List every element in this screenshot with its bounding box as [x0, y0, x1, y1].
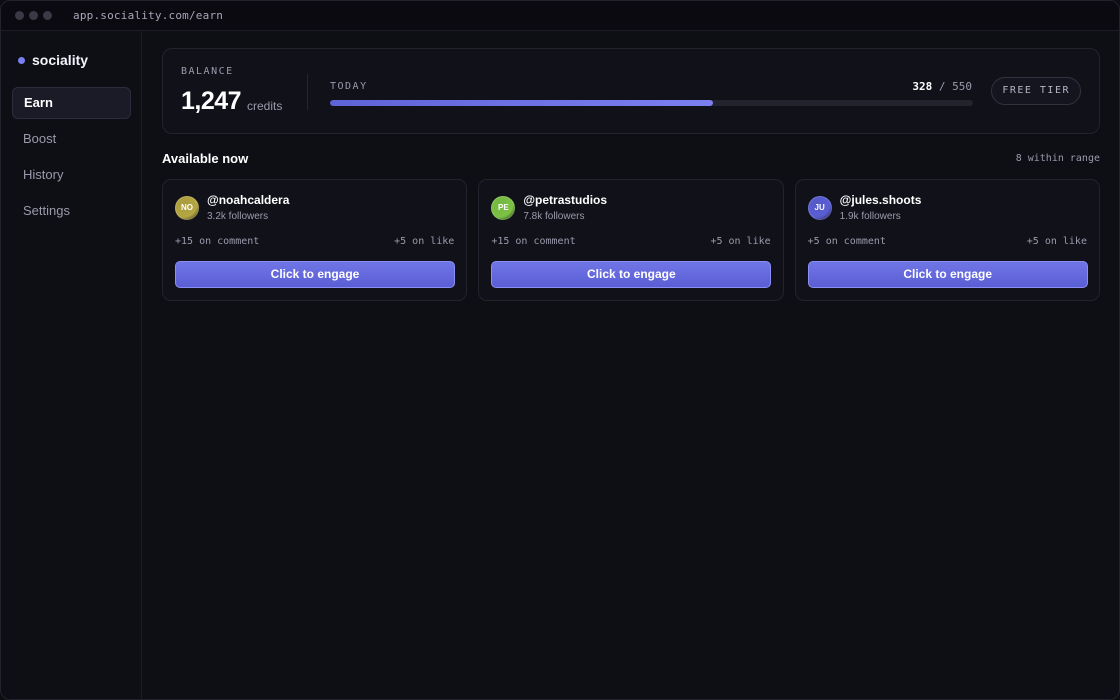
- engagement-card: PE @petrastudios 7.8k followers +15 on c…: [478, 179, 784, 301]
- engage-button[interactable]: Click to engage: [807, 261, 1088, 288]
- user-handle[interactable]: @jules.shoots: [840, 193, 922, 207]
- follower-count: 1.9k followers: [839, 211, 901, 222]
- sidebar-item-earn[interactable]: Earn: [12, 87, 131, 119]
- today-limit: 550: [952, 80, 972, 93]
- section-title: Available now: [162, 151, 249, 166]
- engagement-card: JU @jules.shoots 1.9k followers +5 on co…: [794, 179, 1100, 301]
- engage-button[interactable]: Click to engage: [491, 261, 772, 288]
- like-reward: +5 on like: [394, 236, 455, 247]
- address-bar[interactable]: app.sociality.com/earn: [73, 9, 223, 22]
- sidebar-nav: Earn Boost History Settings: [12, 87, 131, 231]
- sidebar-item-boost[interactable]: Boost: [12, 123, 131, 155]
- sidebar-item-history[interactable]: History: [12, 159, 131, 191]
- follower-count: 3.2k followers: [207, 211, 269, 222]
- window-control-dot[interactable]: [43, 11, 52, 20]
- avatar[interactable]: JU: [807, 196, 832, 220]
- today-progress-fill: [330, 100, 714, 106]
- balance-label: BALANCE: [181, 66, 234, 77]
- brand-name: sociality: [32, 52, 89, 68]
- today-count: 328 / 550: [912, 80, 972, 93]
- balance-value: 1,247: [181, 87, 242, 115]
- user-handle[interactable]: @noahcaldera: [207, 193, 289, 207]
- follower-count: 7.8k followers: [523, 211, 585, 222]
- comment-reward: +15 on comment: [491, 236, 576, 247]
- today-separator: /: [938, 80, 946, 93]
- like-reward: +5 on like: [1026, 236, 1087, 247]
- avatar[interactable]: NO: [175, 196, 199, 220]
- section-meta: 8 within range: [1015, 153, 1100, 164]
- today-current: 328: [912, 80, 933, 93]
- today-progress-bar: [330, 100, 973, 106]
- brand[interactable]: sociality: [18, 52, 88, 68]
- avatar[interactable]: PE: [491, 196, 516, 220]
- brand-dot-icon: [18, 56, 25, 64]
- window-control-dot[interactable]: [29, 11, 38, 20]
- comment-reward: +15 on comment: [175, 236, 260, 247]
- like-reward: +5 on like: [710, 236, 771, 247]
- divider: [307, 74, 308, 110]
- engage-button[interactable]: Click to engage: [175, 261, 455, 288]
- engagement-cards: NO @noahcaldera 3.2k followers +15 on co…: [162, 179, 1100, 301]
- balance-unit: credits: [247, 99, 283, 113]
- user-handle[interactable]: @petrastudios: [523, 193, 607, 207]
- sidebar-item-settings[interactable]: Settings: [12, 195, 131, 227]
- tier-badge[interactable]: FREE TIER: [991, 77, 1081, 105]
- comment-reward: +5 on comment: [807, 236, 886, 247]
- title-bar: app.sociality.com/earn: [1, 1, 1119, 31]
- browser-window: app.sociality.com/earn sociality Earn Bo…: [0, 0, 1120, 700]
- balance-card: BALANCE 1,247 credits TODAY 328 / 550 FR…: [162, 48, 1100, 134]
- window-control-dot[interactable]: [15, 11, 24, 20]
- sidebar: sociality Earn Boost History Settings: [1, 31, 142, 699]
- engagement-card: NO @noahcaldera 3.2k followers +15 on co…: [162, 179, 468, 301]
- today-label: TODAY: [330, 81, 368, 92]
